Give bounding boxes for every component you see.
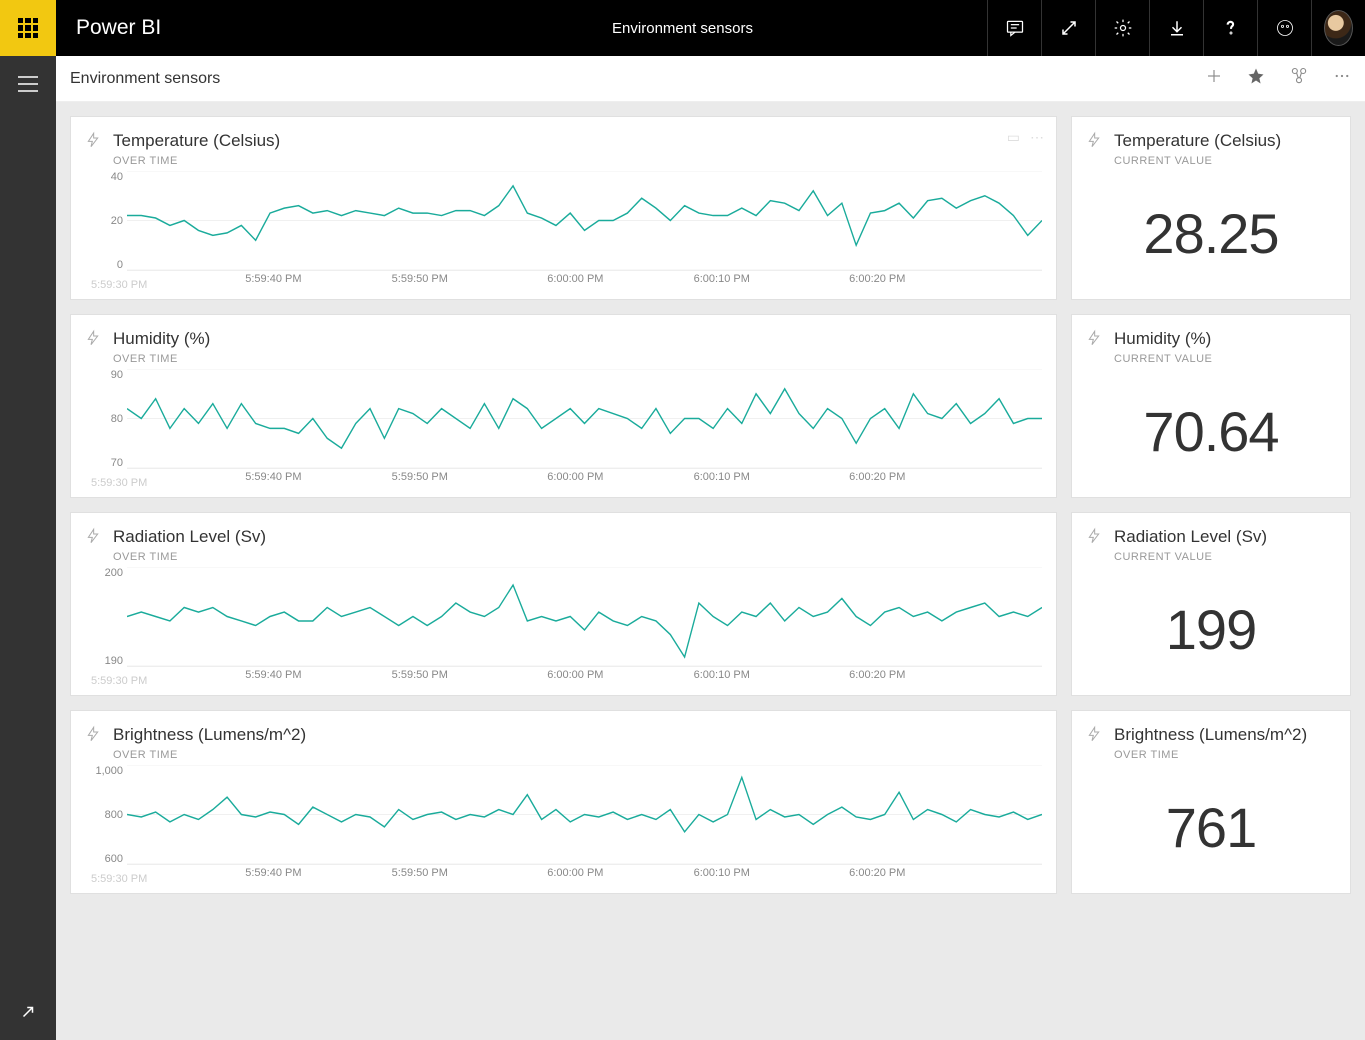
- chart-tile[interactable]: Brightness (Lumens/m^2) OVER TIME 1,000800…: [70, 710, 1057, 894]
- add-button[interactable]: [1205, 67, 1223, 90]
- streaming-icon: [1086, 131, 1102, 154]
- tile-subtitle: OVER TIME: [113, 551, 266, 563]
- tile-subtitle: OVER TIME: [113, 749, 306, 761]
- current-value: 28.25: [1086, 171, 1336, 286]
- tile-title: Brightness (Lumens/m^2): [1114, 725, 1307, 745]
- nav-toggle-button[interactable]: [0, 56, 56, 112]
- line-chart: 2001905:59:30 PM5:59:40 PM5:59:50 PM6:00…: [91, 567, 1042, 687]
- tile-title: Temperature (Celsius): [113, 131, 280, 151]
- line-chart: 9080705:59:30 PM5:59:40 PM5:59:50 PM6:00…: [91, 369, 1042, 489]
- streaming-icon: [1086, 329, 1102, 352]
- y-axis-labels: 1,000800600: [91, 765, 127, 865]
- feedback-button[interactable]: [1257, 0, 1311, 56]
- comments-button[interactable]: [987, 0, 1041, 56]
- line-chart: 402005:59:30 PM5:59:40 PM5:59:50 PM6:00:…: [91, 171, 1042, 291]
- x-axis-labels: 5:59:40 PM5:59:50 PM6:00:00 PM6:00:10 PM…: [127, 273, 1042, 291]
- chart-tile[interactable]: ▭⋯Temperature (Celsius)OVER TIME402005:5…: [70, 116, 1057, 300]
- settings-button[interactable]: [1095, 0, 1149, 56]
- dashboard-row: Radiation Level (Sv) OVER TIME 2001905:59:…: [70, 512, 1351, 696]
- y-axis-labels: 200190: [91, 567, 127, 667]
- popout-button[interactable]: [0, 984, 56, 1040]
- waffle-icon: [18, 18, 38, 38]
- breadcrumb-bar: Environment sensors: [56, 56, 1365, 102]
- tile-title: Humidity (%): [113, 329, 210, 349]
- value-tile[interactable]: Temperature (Celsius) CURRENT VALUE 28.25: [1071, 116, 1351, 300]
- dashboard-row: Humidity (%) OVER TIME 9080705:59:30 PM5:5…: [70, 314, 1351, 498]
- tile-title: Radiation Level (Sv): [113, 527, 266, 547]
- dashboard-row: ▭⋯Temperature (Celsius)OVER TIME402005:5…: [70, 116, 1351, 300]
- app-launcher-button[interactable]: [0, 0, 56, 56]
- streaming-icon: [1086, 725, 1102, 748]
- left-nav-rail: [0, 56, 56, 1040]
- download-button[interactable]: [1149, 0, 1203, 56]
- page-actions: [1205, 66, 1351, 91]
- current-value: 199: [1086, 567, 1336, 682]
- tile-subtitle: CURRENT VALUE: [1114, 155, 1281, 167]
- current-value: 70.64: [1086, 369, 1336, 484]
- user-avatar[interactable]: [1311, 0, 1365, 56]
- chart-tile[interactable]: Humidity (%) OVER TIME 9080705:59:30 PM5:5…: [70, 314, 1057, 498]
- tile-subtitle: OVER TIME: [113, 155, 280, 167]
- dashboard-title: Environment sensors: [612, 20, 753, 37]
- line-chart: 1,0008006005:59:30 PM5:59:40 PM5:59:50 P…: [91, 765, 1042, 885]
- x-axis-labels: 5:59:40 PM5:59:50 PM6:00:00 PM6:00:10 PM…: [127, 669, 1042, 687]
- tile-actions: ▭⋯: [1007, 129, 1044, 146]
- x-axis-labels: 5:59:40 PM5:59:50 PM6:00:00 PM6:00:10 PM…: [127, 867, 1042, 885]
- y-axis-labels: 908070: [91, 369, 127, 469]
- help-button[interactable]: [1203, 0, 1257, 56]
- tile-title: Radiation Level (Sv): [1114, 527, 1267, 547]
- streaming-icon: [85, 131, 101, 154]
- value-tile[interactable]: Brightness (Lumens/m^2) OVER TIME 761: [1071, 710, 1351, 894]
- value-tile[interactable]: Radiation Level (Sv) CURRENT VALUE 199: [1071, 512, 1351, 696]
- tile-pin-icon[interactable]: ▭: [1007, 129, 1020, 146]
- favorite-button[interactable]: [1247, 67, 1265, 90]
- chart-tile[interactable]: Radiation Level (Sv) OVER TIME 2001905:59:…: [70, 512, 1057, 696]
- hamburger-icon: [18, 76, 38, 92]
- tile-title: Temperature (Celsius): [1114, 131, 1281, 151]
- dashboard-row: Brightness (Lumens/m^2) OVER TIME 1,000800…: [70, 710, 1351, 894]
- x-axis-labels: 5:59:40 PM5:59:50 PM6:00:00 PM6:00:10 PM…: [127, 471, 1042, 489]
- tile-more-icon[interactable]: ⋯: [1030, 129, 1044, 146]
- value-tile[interactable]: Humidity (%) CURRENT VALUE 70.64: [1071, 314, 1351, 498]
- page-title: Environment sensors: [70, 70, 220, 88]
- dashboard-canvas: ▭⋯Temperature (Celsius)OVER TIME402005:5…: [56, 102, 1365, 1040]
- streaming-icon: [85, 527, 101, 550]
- top-header: Power BI Environment sensors: [0, 0, 1365, 56]
- tile-subtitle: CURRENT VALUE: [1114, 551, 1267, 563]
- popout-icon: [19, 1003, 37, 1021]
- tile-subtitle: CURRENT VALUE: [1114, 353, 1212, 365]
- app-brand: Power BI: [56, 16, 161, 40]
- current-value: 761: [1086, 765, 1336, 880]
- y-axis-labels: 40200: [91, 171, 127, 271]
- fullscreen-button[interactable]: [1041, 0, 1095, 56]
- streaming-icon: [1086, 527, 1102, 550]
- tile-title: Brightness (Lumens/m^2): [113, 725, 306, 745]
- streaming-icon: [85, 329, 101, 352]
- more-button[interactable]: [1333, 67, 1351, 90]
- streaming-icon: [85, 725, 101, 748]
- share-button[interactable]: [1289, 66, 1309, 91]
- top-icon-bar: [987, 0, 1365, 56]
- tile-title: Humidity (%): [1114, 329, 1212, 349]
- tile-subtitle: OVER TIME: [113, 353, 210, 365]
- tile-subtitle: OVER TIME: [1114, 749, 1307, 761]
